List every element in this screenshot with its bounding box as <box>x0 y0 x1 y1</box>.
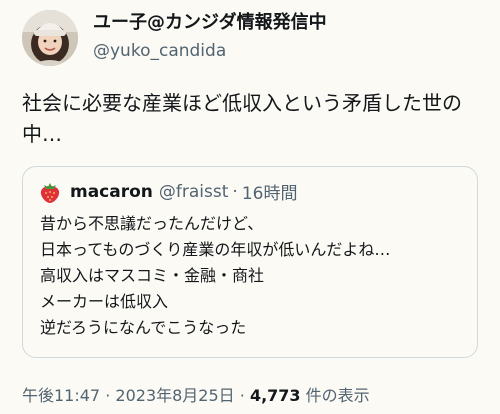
tweet-line: 中… <box>22 122 62 146</box>
tweet-line: 社会に必要な産業ほど低収入という矛盾した世の <box>22 91 462 115</box>
tweet-date[interactable]: 2023年8月25日 <box>115 386 234 405</box>
strawberry-icon[interactable] <box>39 180 61 204</box>
author-block: ユー子@カンジダ情報発信中 @yuko_candida <box>93 11 327 63</box>
quoted-line: 高収入はマスコミ・金融・商社 <box>40 266 265 285</box>
tweet-page: ユー子@カンジダ情報発信中 @yuko_candida 社会に必要な産業ほど低収… <box>0 0 500 414</box>
quoted-line: メーカーは低収入 <box>40 292 169 311</box>
quoted-author-handle[interactable]: @fraisst <box>159 182 229 202</box>
quoted-timestamp[interactable]: 16時間 <box>242 179 298 204</box>
tweet-meta: 午後11:47 · 2023年8月25日 · 4,773 件の表示 <box>22 385 370 407</box>
tweet-time[interactable]: 午後11:47 <box>22 386 100 405</box>
view-count[interactable]: 4,773 <box>250 386 301 405</box>
quoted-tweet-body: 昔から不思議だったんだけど、 日本ってものづくり産業の年収が低いんだよね… 高収… <box>40 211 470 341</box>
quoted-tweet-header: macaron @fraisst · 16時間 <box>39 179 297 204</box>
quoted-tweet-card[interactable]: macaron @fraisst · 16時間 昔から不思議だったんだけど、 日… <box>22 166 478 358</box>
quoted-line: 逆だろうになんでこうなった <box>40 318 247 337</box>
author-handle[interactable]: @yuko_candida <box>93 39 327 63</box>
quoted-author-name[interactable]: macaron <box>70 182 153 202</box>
author-display-name[interactable]: ユー子@カンジダ情報発信中 <box>93 11 327 35</box>
avatar-image <box>22 10 78 66</box>
meta-separator: · <box>105 386 111 405</box>
avatar[interactable] <box>22 10 78 66</box>
tweet-body: 社会に必要な産業ほど低収入という矛盾した世の 中… <box>22 88 484 150</box>
view-count-label: 件の表示 <box>305 386 370 405</box>
quoted-line: 昔から不思議だったんだけど、 <box>40 214 264 233</box>
quoted-separator: · <box>232 181 238 202</box>
quoted-line: 日本ってものづくり産業の年収が低いんだよね… <box>40 240 391 259</box>
meta-separator: · <box>239 386 245 405</box>
